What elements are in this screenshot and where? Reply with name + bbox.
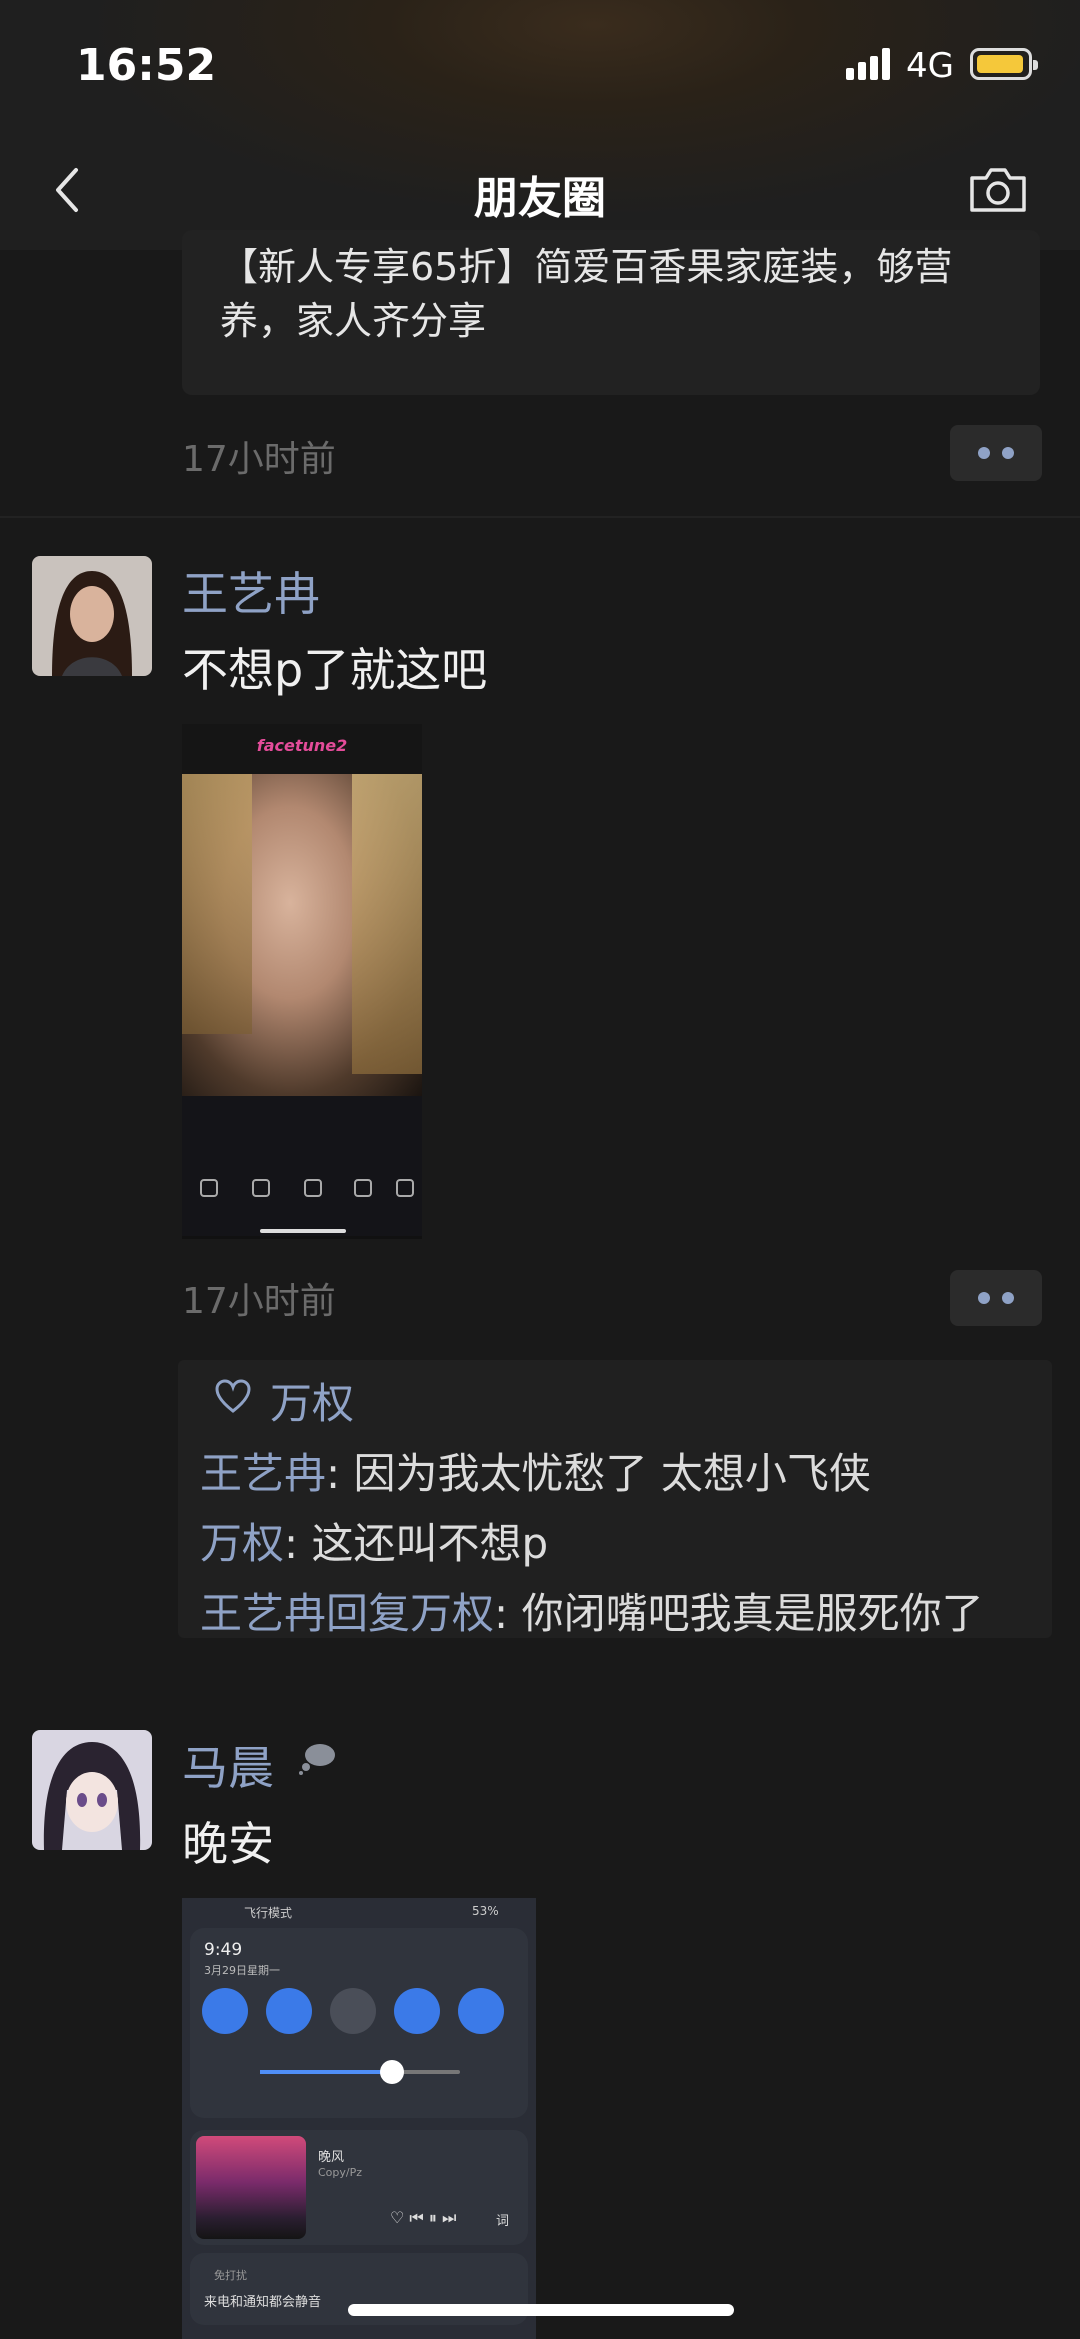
album-art xyxy=(196,2136,306,2239)
comment[interactable]: 万权: 这还叫不想p xyxy=(200,1510,1040,1571)
post-author[interactable]: 王艺冉 xyxy=(182,558,320,624)
heart-icon xyxy=(214,1378,252,1416)
post-divider xyxy=(0,516,1080,518)
avatar[interactable] xyxy=(32,1730,152,1850)
brightness-slider xyxy=(260,2060,460,2084)
comment-user[interactable]: 王艺冉 xyxy=(200,1449,326,1498)
comment-text: 你闭嘴吧我真是服死你了 xyxy=(521,1589,984,1638)
status-time: 16:52 xyxy=(76,40,217,91)
bluetooth-toggle-icon xyxy=(266,1988,312,2034)
playback-controls-icon: ♡ ⏮ ⏸ ⏭ xyxy=(390,2208,457,2227)
home-indicator xyxy=(348,2304,734,2316)
comment[interactable]: 王艺冉回复万权: 你闭嘴吧我真是服死你了 xyxy=(200,1580,1040,1641)
post-time: 17小时前 xyxy=(182,1281,336,1322)
dnd-description: 来电和通知都会静音 xyxy=(204,2295,322,2310)
post-photo[interactable]: 飞行模式 53% 9:49 3月29日星期一 晚风 Copy/Pz ♡ ⏮ ⏸ … xyxy=(182,1898,536,2339)
post-text: 晚安 xyxy=(182,1817,274,1871)
more-actions-button[interactable] xyxy=(950,1270,1042,1326)
like-user[interactable]: 万权 xyxy=(270,1370,354,1431)
post-text: 不想p了就这吧 xyxy=(182,643,488,697)
post-author[interactable]: 马晨 xyxy=(182,1732,274,1798)
camera-icon[interactable] xyxy=(966,164,1030,216)
photo-app-logo: facetune2 xyxy=(256,736,348,755)
photo-status-text: 飞行模式 xyxy=(244,1906,293,1920)
lyrics-button: 词 xyxy=(496,2214,510,2229)
song-artist: Copy/Pz xyxy=(318,2166,363,2179)
comment[interactable]: 王艺冉: 因为我太忧愁了 太想小飞侠 xyxy=(200,1440,1040,1501)
comment-text: 这还叫不想p xyxy=(311,1519,549,1568)
comment-user[interactable]: 万权 xyxy=(200,1519,284,1568)
post-time: 17小时前 xyxy=(182,439,336,480)
reply-to-user[interactable]: 万权 xyxy=(410,1589,494,1638)
avatar[interactable] xyxy=(32,556,152,676)
bell-toggle-icon xyxy=(394,1988,440,2034)
wifi-toggle-icon xyxy=(202,1988,248,2034)
reply-word: 回复 xyxy=(326,1589,411,1638)
network-type: 4G xyxy=(906,46,954,86)
post-photo[interactable]: facetune2 xyxy=(182,724,422,1239)
flashlight-toggle-icon xyxy=(330,1988,376,2034)
status-bar: 16:52 4G xyxy=(0,0,1080,130)
comment-text: 因为我太忧愁了 太想小飞侠 xyxy=(353,1449,871,1498)
photo-clock: 9:49 xyxy=(204,1940,243,1960)
photo-battery-text: 53% xyxy=(472,1904,499,1918)
photo-date: 3月29日星期一 xyxy=(204,1964,280,1977)
song-title: 晚风 xyxy=(318,2150,345,2165)
rotation-toggle-icon xyxy=(458,1988,504,2034)
dnd-title: 免打扰 xyxy=(214,2269,247,2282)
page-title: 朋友圈 xyxy=(474,173,606,224)
more-actions-button[interactable] xyxy=(950,425,1042,481)
status-bubble-icon[interactable] xyxy=(296,1740,340,1776)
shared-link-text: 【新人专享65折】简爱百香果家庭装，够营养，家人齐分享 xyxy=(220,245,953,343)
battery-icon xyxy=(970,48,1038,80)
comment-user[interactable]: 王艺冉 xyxy=(200,1589,326,1638)
signal-icon xyxy=(846,48,894,80)
